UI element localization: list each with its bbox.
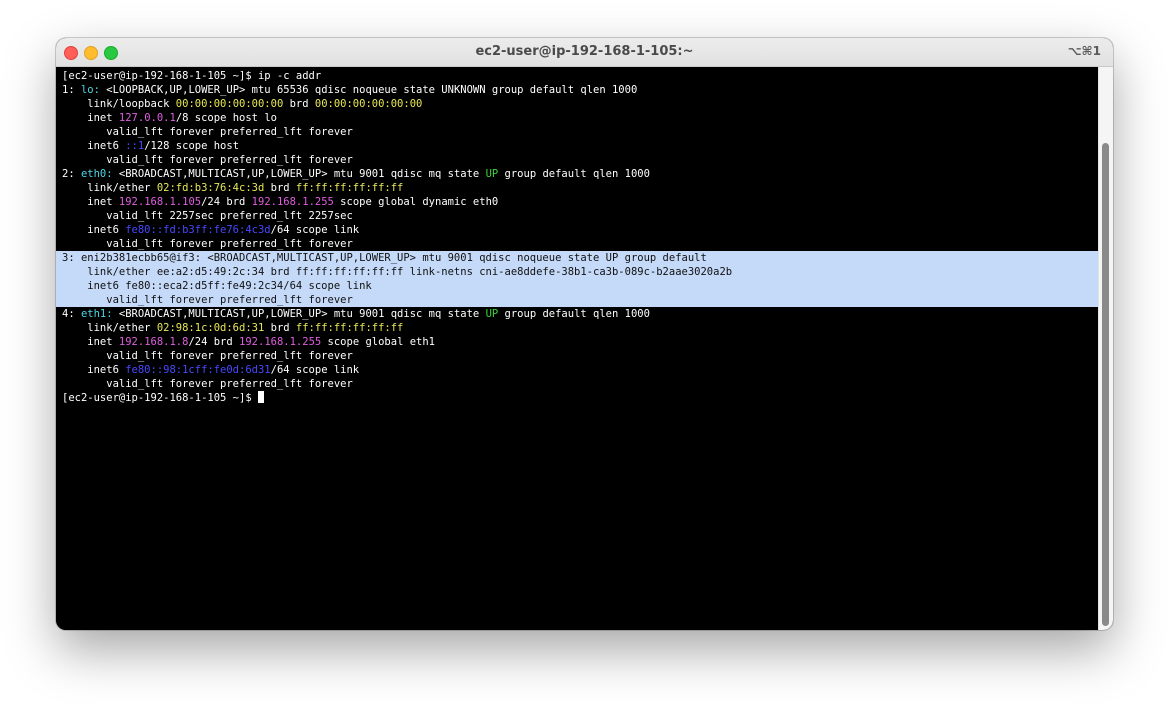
output-segment: 4:: [62, 308, 81, 320]
output-segment: <BROADCAST,MULTICAST,UP,LOWER_UP> mtu 90…: [112, 168, 486, 180]
output-segment: valid_lft forever preferred_lft forever: [62, 154, 353, 166]
output-line: [ec2-user@ip-192-168-1-105 ~]$ ip -c add…: [62, 69, 1099, 83]
output-segment: brd: [264, 182, 296, 194]
output-segment: UP: [485, 168, 499, 180]
output-segment: link/ether ee:a2:d5:49:2c:34 brd ff:ff:f…: [62, 266, 733, 278]
output-segment: fe80::fd:b3ff:fe76:4c3d: [125, 224, 271, 236]
output-segment: group default qlen 1000: [498, 168, 650, 180]
output-segment: inet: [62, 112, 119, 124]
terminal-prompt-line[interactable]: [ec2-user@ip-192-168-1-105 ~]$: [62, 391, 1099, 405]
output-segment: 2:: [62, 168, 81, 180]
output-segment: valid_lft forever preferred_lft forever: [62, 238, 353, 250]
terminal-output[interactable]: [ec2-user@ip-192-168-1-105 ~]$ ip -c add…: [56, 67, 1107, 630]
output-line: valid_lft forever preferred_lft forever: [62, 377, 1099, 391]
output-line: link/ether 02:fd:b3:76:4c:3d brd ff:ff:f…: [62, 181, 1099, 195]
output-segment: 192.168.1.8: [118, 336, 189, 348]
output-line: 1: lo: <LOOPBACK,UP,LOWER_UP> mtu 65536 …: [62, 83, 1099, 97]
output-line: 4: eth1: <BROADCAST,MULTICAST,UP,LOWER_U…: [62, 307, 1099, 321]
output-segment: inet: [62, 196, 119, 208]
selected-output-line: inet6 fe80::eca2:d5ff:fe49:2c34/64 scope…: [56, 279, 1107, 293]
output-segment: /24 brd: [201, 196, 252, 208]
output-segment: valid_lft forever preferred_lft forever: [62, 378, 353, 390]
output-segment: lo:: [80, 84, 100, 96]
output-segment: eth0:: [80, 168, 113, 180]
output-segment: brd: [283, 98, 315, 110]
output-segment: eth1:: [80, 308, 113, 320]
output-segment: group default qlen 1000: [498, 308, 650, 320]
output-segment: /24 brd: [188, 336, 240, 348]
text-cursor: [257, 391, 264, 403]
output-segment: 127.0.0.1: [118, 112, 176, 124]
output-segment: 192.168.1.255: [251, 196, 334, 208]
output-line: valid_lft 2257sec preferred_lft 2257sec: [62, 209, 1099, 223]
output-segment: 00:00:00:00:00:00: [175, 98, 284, 110]
output-segment: /128 scope host: [144, 140, 240, 152]
output-segment: ::1: [125, 140, 145, 152]
output-line: inet 192.168.1.8/24 brd 192.168.1.255 sc…: [62, 335, 1099, 349]
output-line: inet6 fe80::98:1cff:fe0d:6d31/64 scope l…: [62, 363, 1099, 377]
output-segment: 192.168.1.255: [239, 336, 322, 348]
output-line: valid_lft forever preferred_lft forever: [62, 349, 1099, 363]
output-segment: <LOOPBACK,UP,LOWER_UP> mtu 65536 qdisc n…: [99, 84, 638, 96]
output-segment: <BROADCAST,MULTICAST,UP,LOWER_UP> mtu 90…: [112, 308, 486, 320]
selected-output-line: 3: eni2b381ecbb65@if3: <BROADCAST,MULTIC…: [56, 251, 1107, 265]
window-title: ec2-user@ip-192-168-1-105:~: [475, 44, 694, 59]
output-segment: 02:98:1c:0d:6d:31: [156, 322, 265, 334]
window-shortcut-label: ⌥⌘1: [1067, 44, 1101, 58]
output-line: inet 192.168.1.105/24 brd 192.168.1.255 …: [62, 195, 1099, 209]
output-segment: /64 scope link: [270, 224, 360, 236]
output-segment: link/loopback: [62, 98, 176, 110]
title-bar[interactable]: ec2-user@ip-192-168-1-105:~ ⌥⌘1: [56, 38, 1113, 67]
output-line: valid_lft forever preferred_lft forever: [62, 237, 1099, 251]
output-line: inet6 ::1/128 scope host: [62, 139, 1099, 153]
output-segment: inet6: [62, 140, 126, 152]
output-segment: valid_lft forever preferred_lft forever: [62, 294, 353, 306]
selected-output-line: link/ether ee:a2:d5:49:2c:34 brd ff:ff:f…: [56, 265, 1107, 279]
output-segment: inet6: [62, 224, 126, 236]
output-segment: 1:: [62, 84, 81, 96]
output-segment: 02:fd:b3:76:4c:3d: [156, 182, 265, 194]
selected-output-line: valid_lft forever preferred_lft forever: [56, 293, 1107, 307]
output-line: valid_lft forever preferred_lft forever: [62, 125, 1099, 139]
output-segment: brd: [264, 322, 296, 334]
output-line: inet6 fe80::fd:b3ff:fe76:4c3d/64 scope l…: [62, 223, 1099, 237]
output-segment: valid_lft forever preferred_lft forever: [62, 126, 353, 138]
output-segment: scope global dynamic eth0: [333, 196, 499, 208]
output-segment: valid_lft forever preferred_lft forever: [62, 350, 353, 362]
output-segment: ff:ff:ff:ff:ff:ff: [295, 322, 404, 334]
output-segment: link/ether: [62, 182, 157, 194]
output-line: link/loopback 00:00:00:00:00:00 brd 00:0…: [62, 97, 1099, 111]
output-segment: inet6 fe80::eca2:d5ff:fe49:2c34/64 scope…: [62, 280, 372, 292]
output-line: 2: eth0: <BROADCAST,MULTICAST,UP,LOWER_U…: [62, 167, 1099, 181]
output-segment: /8 scope host lo: [175, 112, 277, 124]
output-segment: inet: [62, 336, 119, 348]
scrollbar-thumb[interactable]: [1102, 143, 1109, 626]
vertical-scrollbar[interactable]: [1098, 67, 1113, 630]
output-segment: /64 scope link: [270, 364, 360, 376]
output-segment: valid_lft 2257sec preferred_lft 2257sec: [62, 210, 353, 222]
output-segment: 3: eni2b381ecbb65@if3: <BROADCAST,MULTIC…: [62, 252, 707, 264]
output-segment: link/ether: [62, 322, 157, 334]
output-segment: fe80::98:1cff:fe0d:6d31: [125, 364, 271, 376]
output-segment: 192.168.1.105: [118, 196, 202, 208]
output-segment: 00:00:00:00:00:00: [314, 98, 423, 110]
output-segment: [ec2-user@ip-192-168-1-105 ~]$ ip -c add…: [62, 70, 322, 82]
output-line: link/ether 02:98:1c:0d:6d:31 brd ff:ff:f…: [62, 321, 1099, 335]
prompt-text: [ec2-user@ip-192-168-1-105 ~]$: [62, 392, 258, 404]
output-segment: ff:ff:ff:ff:ff:ff: [295, 182, 404, 194]
terminal-window: ec2-user@ip-192-168-1-105:~ ⌥⌘1 [ec2-use…: [56, 38, 1113, 630]
output-segment: UP: [485, 308, 499, 320]
output-line: valid_lft forever preferred_lft forever: [62, 153, 1099, 167]
output-segment: scope global eth1: [321, 336, 436, 348]
output-line: inet 127.0.0.1/8 scope host lo: [62, 111, 1099, 125]
output-segment: inet6: [62, 364, 126, 376]
